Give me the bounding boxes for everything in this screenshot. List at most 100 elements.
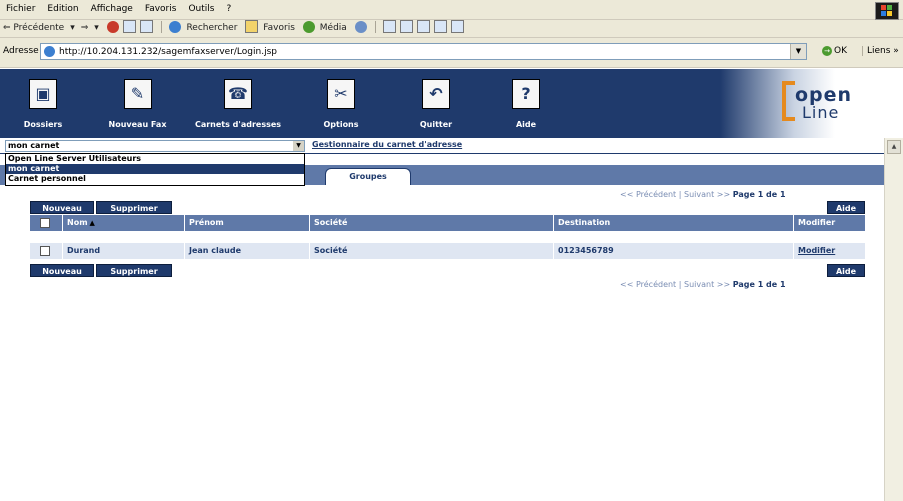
toolbar-separator [160,20,162,33]
address-url[interactable]: http://10.204.131.232/sagemfaxserver/Log… [59,47,277,57]
back-button[interactable]: ⇐ Précédente [0,20,67,33]
help-button-bottom[interactable]: Aide [827,264,865,277]
row-checkbox[interactable] [40,246,50,256]
new-button-top[interactable]: Nouveau [30,201,94,214]
address-bar: Adresse http://10.204.131.232/sagemfaxse… [0,38,903,68]
vertical-scrollbar[interactable]: ▲ [884,138,903,501]
folders-icon: ▣ [29,79,57,109]
cell-prenom: Jean claude [185,243,310,259]
cell-destination: 0123456789 [554,243,794,259]
table-row: Durand Jean claude Société 0123456789 Mo… [30,243,865,259]
help-button[interactable]: ? Aide [496,69,556,138]
messenger-icon[interactable] [451,20,465,33]
previous-link[interactable]: << Précédent [620,190,676,199]
column-destination[interactable]: Destination [554,215,794,231]
address-label: Adresse [3,46,39,56]
links-button[interactable]: Liens » [862,46,899,56]
menu-edition[interactable]: Edition [41,0,84,14]
column-nom[interactable]: Nom ▲ [63,215,185,231]
forward-button[interactable]: ⇒ [78,20,92,33]
new-fax-label: Nouveau Fax [108,120,167,129]
delete-button-top[interactable]: Supprimer [96,201,172,214]
telephone-icon: ☎ [224,79,252,109]
stop-icon[interactable] [106,20,119,33]
navigation-toolbar: ⇐ Précédente ▾ ⇒ ▾ Rechercher Favoris Média [0,20,903,38]
address-book-select[interactable]: mon carnet ▼ [5,140,305,152]
address-input[interactable]: http://10.204.131.232/sagemfaxserver/Log… [40,43,807,60]
menu-fichier[interactable]: Fichier [0,0,41,14]
address-book-selected: mon carnet [8,141,60,150]
options-label: Options [323,120,359,129]
cell-societe: Société [310,243,554,259]
menu-outils[interactable]: Outils [182,0,220,14]
page-indicator: Page 1 de 1 [732,280,786,289]
media-button[interactable]: Média [317,20,350,33]
help-icon: ? [512,79,540,109]
pager-separator: | [678,280,682,289]
menu-favoris[interactable]: Favoris [139,0,183,14]
help-label: Aide [515,120,537,129]
chevron-down-icon[interactable]: ▼ [293,141,304,151]
mail-icon[interactable] [383,20,397,33]
new-button-bottom[interactable]: Nouveau [30,264,94,277]
option-my-address-book[interactable]: mon carnet [6,164,304,174]
favorites-button[interactable]: Favoris [260,20,298,33]
address-book-bar: mon carnet ▼ Gestionnaire du carnet d'ad… [0,138,884,154]
quit-button[interactable]: ↶ Quitter [406,69,466,138]
go-button[interactable]: → OK [822,46,847,56]
menu-help[interactable]: ? [220,0,237,14]
home-icon[interactable] [139,20,153,33]
address-dropdown-icon[interactable]: ▼ [790,44,806,59]
go-label: OK [834,46,847,56]
pager-separator: | [678,190,682,199]
next-link[interactable]: Suivant >> [684,190,730,199]
app-header: ▣ Dossiers ✎ Nouveau Fax ☎ Carnets d'adr… [0,69,884,138]
pager-top: << Précédent | Suivant >> Page 1 de 1 [620,190,786,199]
column-nom-label: Nom [67,218,88,227]
page-indicator: Page 1 de 1 [732,190,786,199]
delete-button-bottom[interactable]: Supprimer [96,264,172,277]
column-prenom[interactable]: Prénom [185,215,310,231]
option-open-line-users[interactable]: Open Line Server Utilisateurs [6,154,304,164]
address-books-button[interactable]: ☎ Carnets d'adresses [178,69,298,138]
edit-icon[interactable] [417,20,431,33]
history-icon[interactable] [354,20,367,33]
ie-page-icon [44,46,55,57]
exit-icon: ↶ [422,79,450,109]
quit-label: Quitter [419,120,453,129]
address-book-manager-link[interactable]: Gestionnaire du carnet d'adresse [312,140,462,149]
select-all-checkbox[interactable] [40,218,50,228]
header-select-cell [30,215,63,231]
tab-groups[interactable]: Groupes [325,168,411,185]
search-button[interactable]: Rechercher [183,20,240,33]
modify-link[interactable]: Modifier [798,246,835,255]
column-societe[interactable]: Société [310,215,554,231]
cell-modifier: Modifier [794,243,865,259]
next-link[interactable]: Suivant >> [684,280,730,289]
logo-text-bottom: Line [802,103,840,122]
windows-logo-icon [875,2,899,20]
previous-link[interactable]: << Précédent [620,280,676,289]
new-fax-button[interactable]: ✎ Nouveau Fax [95,69,180,138]
media-icon [302,20,315,33]
help-button-top[interactable]: Aide [827,201,865,214]
refresh-icon[interactable] [122,20,136,33]
scroll-up-icon[interactable]: ▲ [887,140,901,154]
back-dropdown-icon[interactable]: ▾ [67,20,78,33]
menu-bar: Fichier Edition Affichage Favoris Outils? [0,0,903,20]
tools-icon: ✂ [327,79,355,109]
address-book-options: Open Line Server Utilisateurs mon carnet… [5,153,305,186]
menu-affichage[interactable]: Affichage [85,0,139,14]
discuss-icon[interactable] [434,20,448,33]
column-modifier: Modifier [798,218,836,227]
options-button[interactable]: ✂ Options [311,69,371,138]
folders-button[interactable]: ▣ Dossiers [8,69,78,138]
forward-dropdown-icon[interactable]: ▾ [91,20,102,33]
option-personal-address-book[interactable]: Carnet personnel [6,174,304,184]
cell-nom: Durand [63,243,185,259]
print-icon[interactable] [400,20,414,33]
go-arrow-icon: → [822,46,832,56]
table-header-row: Nom ▲ Prénom Société Destination Modifier [30,215,865,231]
toolbar-separator [374,20,376,33]
folders-label: Dossiers [23,120,63,129]
